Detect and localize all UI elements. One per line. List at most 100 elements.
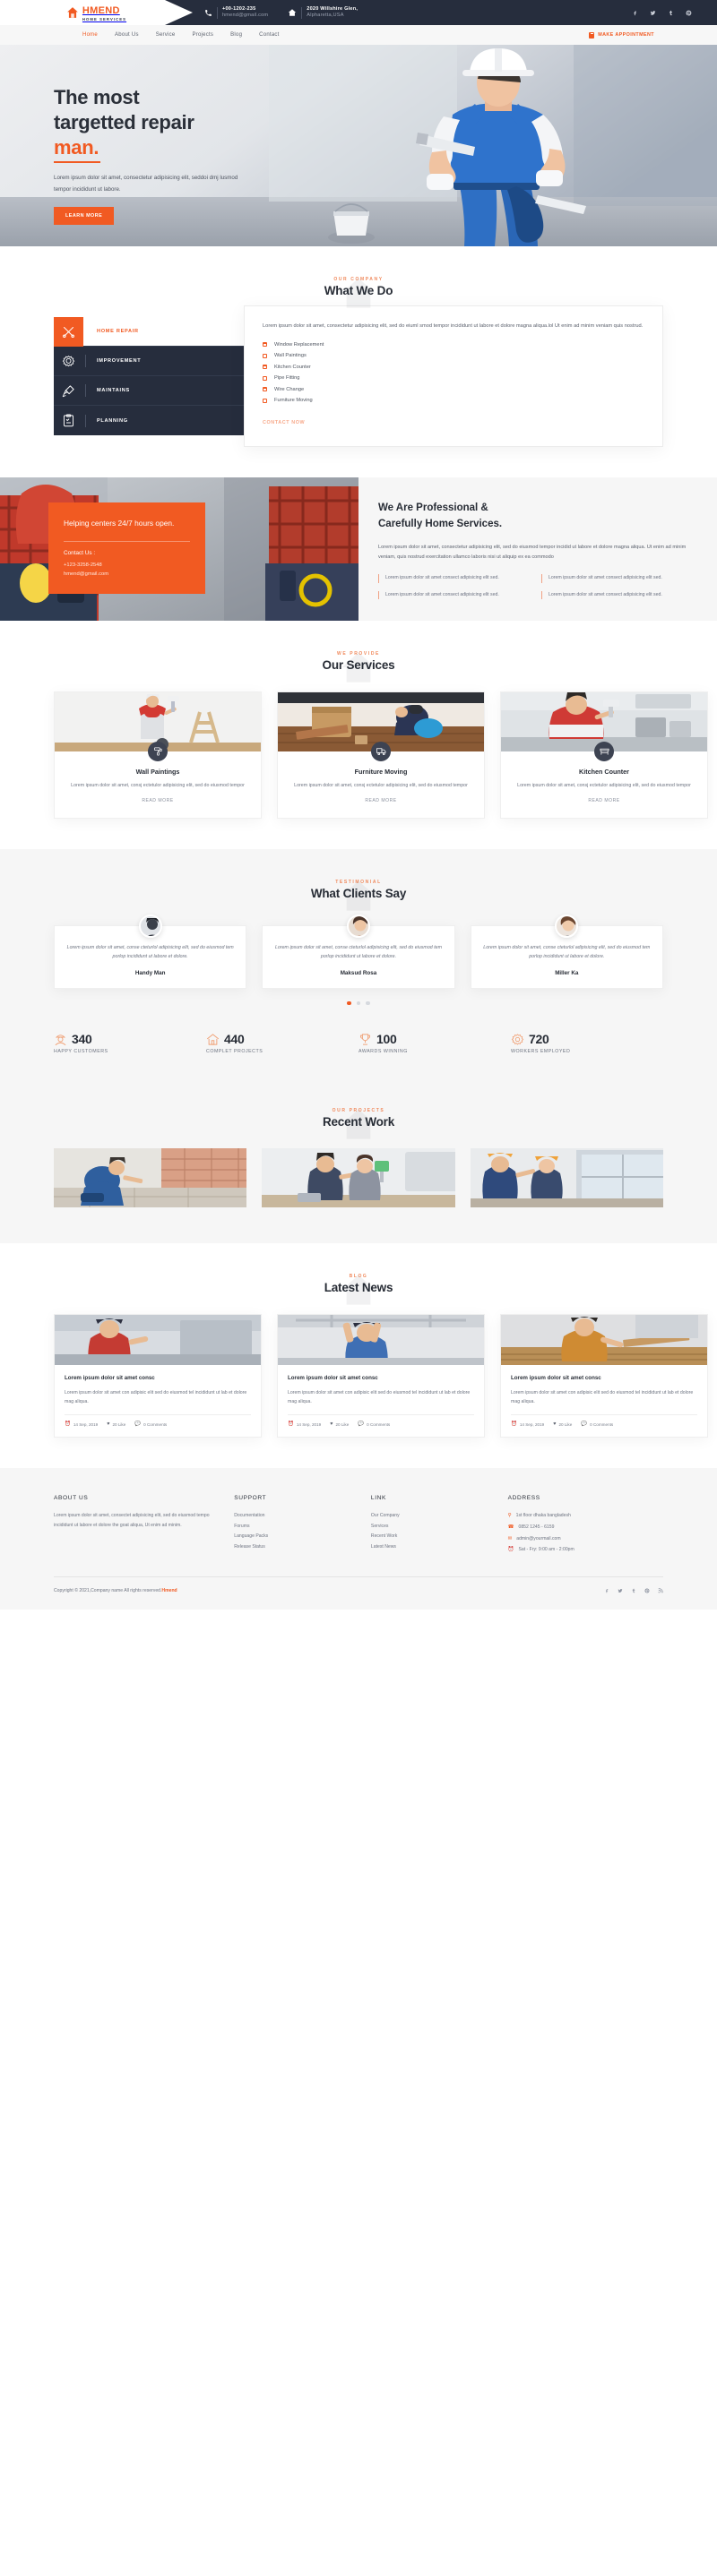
what-we-do-section: OUR COMPANY What We Do HOME REPAIR: [0, 246, 717, 477]
copyright-pre: Copyright © 2021,Company name All rights…: [54, 1588, 162, 1594]
read-more-link[interactable]: READ MORE: [588, 798, 619, 803]
tab-improvement[interactable]: IMPROVEMENT: [54, 347, 249, 376]
read-more-link[interactable]: READ MORE: [365, 798, 396, 803]
news-meta: ⏰ 14 Sep, 2019 ♥ 20 Like 💬 0 Comments: [65, 1414, 251, 1427]
address-text: 1st floor dhaka bangladesh: [515, 1513, 571, 1519]
heart-icon: ♥: [330, 1421, 333, 1428]
contact-now-link[interactable]: CONTACT NOW: [263, 420, 305, 425]
tab-label: IMPROVEMENT: [97, 358, 142, 364]
testimonial-quote: Lorem ipsum dolor sit amet, conse ctetur…: [66, 945, 234, 960]
topbar-address-block[interactable]: 2020 Willshire Glen, Alpharetta,USA: [288, 6, 358, 19]
facebook-icon[interactable]: [632, 10, 638, 16]
topbar-social-links: [632, 0, 692, 25]
footer-copyright-bar: Copyright © 2021,Company name All rights…: [54, 1576, 663, 1593]
news-body: Lorem ipsum dolor sit amet consc Lorem i…: [278, 1365, 484, 1437]
service-card-furniture-moving[interactable]: Furniture Moving Lorem ipsum dolor sit a…: [277, 691, 485, 820]
pinterest-icon[interactable]: [644, 1588, 650, 1593]
news-card[interactable]: Lorem ipsum dolor sit amet consc Lorem i…: [500, 1314, 708, 1438]
footer-about-text: Lorem ipsum dolor sit amet, consectet ad…: [54, 1513, 210, 1528]
tab-home-repair[interactable]: HOME REPAIR: [54, 316, 249, 347]
read-more-link[interactable]: READ MORE: [142, 798, 173, 803]
address-item: ✉ admin@yourmail.com: [508, 1534, 663, 1544]
point-item: Lorem ipsum dolor sit amet consect adipi…: [541, 573, 692, 583]
copyright-text: Copyright © 2021,Company name All rights…: [54, 1588, 177, 1593]
nav-item-service[interactable]: Service: [156, 32, 176, 38]
heart-icon: ♥: [553, 1421, 557, 1428]
service-card-wall-paintings[interactable]: Wall Paintings Lorem ipsum dolor sit ame…: [54, 691, 262, 820]
service-tab-panel: Lorem ipsum dolor sit amet, consectetur …: [244, 305, 663, 447]
professional-points: Lorem ipsum dolor sit amet consect adipi…: [378, 573, 692, 600]
nav-item-blog[interactable]: Blog: [230, 32, 242, 38]
footer-heading: LINK: [370, 1495, 386, 1502]
service-description: Lorem ipsum dolor sit amet, consj ectetu…: [517, 782, 691, 788]
footer-link-forums[interactable]: Forums: [234, 1522, 358, 1532]
work-item-tiling[interactable]: [54, 1148, 247, 1208]
service-card-kitchen-counter[interactable]: Kitchen Counter Lorem ipsum dolor sit am…: [500, 691, 708, 820]
comment-icon: 💬: [134, 1421, 142, 1428]
footer-heading: ABOUT US: [54, 1495, 89, 1502]
testimonial-card: Lorem ipsum dolor sit amet, conse ctetur…: [262, 914, 455, 989]
footer-columns: ABOUT US Lorem ipsum dolor sit amet, con…: [54, 1495, 663, 1557]
list-item: Window Replacement: [263, 342, 646, 348]
topbar-phone-block[interactable]: +00-1202-235 hmend@gmail.com: [204, 6, 268, 19]
watermark-house-icon: [334, 1106, 383, 1142]
make-appointment-button[interactable]: MAKE APPOINTMENT: [589, 31, 654, 39]
pagination-dot-1[interactable]: [347, 1000, 351, 1006]
professional-title: We Are Professional & Carefully Home Ser…: [378, 501, 692, 533]
footer-link-latest-news[interactable]: Latest News: [371, 1542, 496, 1552]
work-item-painting[interactable]: [262, 1148, 455, 1208]
tab-label: HOME REPAIR: [97, 329, 139, 334]
news-comments: 💬 0 Comments: [581, 1421, 614, 1428]
contact-us-label: Contact Us :: [64, 549, 96, 556]
footer-link-language-packs[interactable]: Language Packs: [234, 1532, 358, 1541]
testimonial-pagination: [54, 1000, 663, 1006]
comment-icon: 💬: [581, 1421, 588, 1428]
twitter-icon[interactable]: [618, 1588, 623, 1593]
bullet-icon: [263, 387, 267, 392]
contact-phone[interactable]: +123-3258-2548: [64, 561, 190, 570]
house-logo-icon: [66, 6, 79, 19]
footer-link-documentation[interactable]: Documentation: [234, 1511, 358, 1521]
testimonials-grid: Lorem ipsum dolor sit amet, conse ctetur…: [54, 914, 663, 989]
rss-icon[interactable]: [658, 1588, 663, 1593]
nav-item-about-us[interactable]: About Us: [115, 32, 139, 38]
site-logo[interactable]: HMEND HOME SERVICES: [66, 3, 126, 21]
worker-icon: [54, 1033, 67, 1046]
footer-link-recent-work[interactable]: Recent Work: [371, 1532, 496, 1541]
divider: [301, 6, 303, 19]
pinterest-icon[interactable]: [686, 10, 692, 16]
list-item-label: Wall Paintings: [274, 353, 307, 359]
footer-link-services[interactable]: Services: [371, 1522, 496, 1532]
pagination-dot-3[interactable]: [366, 1000, 370, 1006]
tumblr-icon[interactable]: [631, 1588, 636, 1593]
facebook-icon[interactable]: [604, 1588, 609, 1593]
footer-link-release-status[interactable]: Release Status: [234, 1542, 358, 1552]
news-card[interactable]: Lorem ipsum dolor sit amet consc Lorem i…: [277, 1314, 485, 1438]
nav-item-contact[interactable]: Contact: [259, 32, 279, 38]
learn-more-button[interactable]: LEARN MORE: [54, 206, 115, 225]
nav-item-home[interactable]: Home: [82, 32, 98, 38]
tumblr-icon[interactable]: [668, 10, 674, 16]
news-body: Lorem ipsum dolor sit amet consc Lorem i…: [55, 1365, 261, 1437]
counter-awards-winning: 100 AWARDS WINNING: [358, 1032, 511, 1054]
contact-email[interactable]: hmend@gmail.com: [64, 570, 190, 579]
news-card[interactable]: Lorem ipsum dolor sit amet consc Lorem i…: [54, 1314, 262, 1438]
tab-maintains[interactable]: MAINTAINS: [54, 376, 249, 406]
twitter-icon[interactable]: [650, 10, 656, 16]
calendar-icon: [589, 31, 595, 39]
footer-about-column: ABOUT US Lorem ipsum dolor sit amet, con…: [54, 1495, 221, 1557]
topbar-email: hmend@gmail.com: [222, 13, 269, 18]
nav-item-projects[interactable]: Projects: [192, 32, 213, 38]
bullet-icon: [263, 365, 267, 370]
page-root: HMEND HOME SERVICES +00-1202-235 hmend@g…: [0, 0, 717, 1610]
hero-title-accent: man.: [54, 135, 101, 164]
bullet-icon: [263, 375, 267, 381]
pagination-dot-2[interactable]: [356, 1000, 361, 1006]
work-item-window[interactable]: [470, 1148, 663, 1208]
news-title: Lorem ipsum dolor sit amet consc: [511, 1375, 601, 1382]
footer-social-links: [604, 1588, 663, 1593]
service-title: Furniture Moving: [354, 767, 408, 776]
footer-link-our-company[interactable]: Our Company: [371, 1511, 496, 1521]
divider: [85, 355, 86, 367]
tab-planning[interactable]: PLANNING: [54, 406, 249, 435]
